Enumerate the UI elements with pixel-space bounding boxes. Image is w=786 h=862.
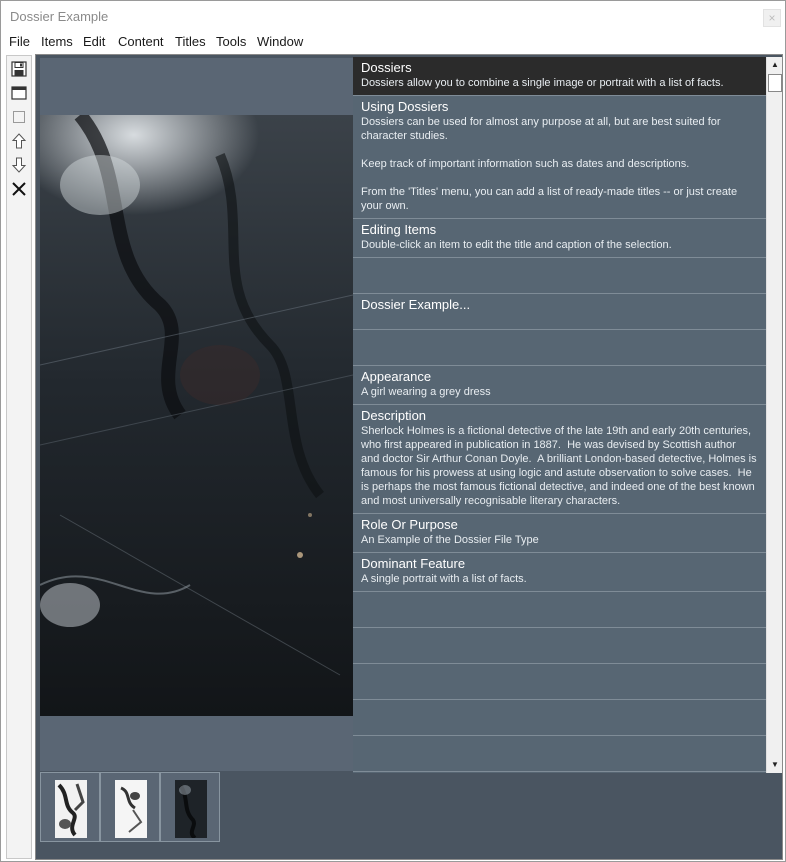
list-item-title: Role Or Purpose	[361, 517, 458, 532]
menu-content[interactable]: Content	[118, 34, 164, 49]
menu-window[interactable]: Window	[257, 34, 303, 49]
list-item[interactable]	[353, 258, 766, 294]
list-item-caption: Dossiers allow you to combine a single i…	[361, 77, 724, 89]
list-item-title: Using Dossiers	[361, 99, 449, 114]
delete-icon[interactable]	[10, 180, 28, 198]
list-item-caption: A girl wearing a grey dress	[361, 386, 491, 398]
save-icon[interactable]	[10, 60, 28, 78]
list-item[interactable]: Editing Items Double-click an item to edi…	[353, 219, 766, 258]
menu-titles[interactable]: Titles	[175, 34, 206, 49]
portrait-image[interactable]	[40, 115, 353, 716]
list-item[interactable]: Appearance A girl wearing a grey dress	[353, 366, 766, 405]
list-item-caption: An Example of the Dossier File Type	[361, 534, 539, 546]
facts-list: Dossiers Dossiers allow you to combine a …	[353, 57, 766, 773]
side-toolbar	[6, 55, 32, 859]
list-item-caption: Double-click an item to edit the title a…	[361, 239, 672, 251]
list-item[interactable]: Using Dossiers Dossiers can be used for a…	[353, 96, 766, 219]
menu-bar: File Items Edit Content Titles Tools Win…	[1, 32, 785, 52]
thumbnail-cell[interactable]	[40, 772, 100, 842]
thumbnail-cell[interactable]	[100, 772, 160, 842]
list-item[interactable]	[353, 592, 766, 628]
move-up-icon[interactable]	[10, 132, 28, 150]
close-button[interactable]: ×	[763, 9, 781, 27]
list-item-title: Dossier Example...	[361, 297, 471, 312]
list-scrollbar[interactable]: ▲ ▼	[766, 57, 782, 773]
list-item[interactable]: Dossiers Dossiers allow you to combine a …	[353, 57, 766, 96]
list-item-title: Dossiers	[361, 60, 412, 75]
app-window: Dossier Example × File Items Edit Conten…	[0, 0, 786, 862]
portrait-panel	[40, 58, 353, 771]
list-item[interactable]: Description Sherlock Holmes is a fictiona…	[353, 405, 766, 514]
title-bar: Dossier Example ×	[1, 1, 785, 32]
list-item[interactable]: Dominant Feature A single portrait with a…	[353, 553, 766, 592]
list-item[interactable]	[353, 330, 766, 366]
list-item-title: Description	[361, 408, 427, 423]
blank-item-icon[interactable]	[10, 108, 28, 126]
portrait-thumbnail-1[interactable]	[55, 780, 87, 838]
list-item[interactable]	[353, 628, 766, 664]
window-icon[interactable]	[10, 84, 28, 102]
list-item[interactable]	[353, 736, 766, 772]
thumbnail-cell[interactable]	[160, 772, 220, 842]
thumbnail-strip	[40, 772, 784, 842]
dossier-workspace: Dossiers Dossiers allow you to combine a …	[35, 54, 783, 860]
portrait-thumbnail-3[interactable]	[175, 780, 207, 838]
scroll-down-button[interactable]: ▼	[767, 757, 783, 773]
menu-file[interactable]: File	[9, 34, 30, 49]
list-item[interactable]: Role Or Purpose An Example of the Dossier…	[353, 514, 766, 553]
list-item-title: Editing Items	[361, 222, 437, 237]
scroll-thumb[interactable]	[768, 74, 782, 92]
list-item-title: Appearance	[361, 369, 432, 384]
window-title: Dossier Example	[10, 9, 109, 24]
move-down-icon[interactable]	[10, 156, 28, 174]
list-item-caption: A single portrait with a list of facts.	[361, 573, 527, 585]
menu-items[interactable]: Items	[41, 34, 73, 49]
portrait-thumbnail-2[interactable]	[115, 780, 147, 838]
scroll-up-button[interactable]: ▲	[767, 57, 783, 73]
menu-edit[interactable]: Edit	[83, 34, 105, 49]
list-item[interactable]: Dossier Example...	[353, 294, 766, 330]
list-item-caption: Dossiers can be used for almost any purp…	[361, 116, 738, 212]
menu-tools[interactable]: Tools	[216, 34, 246, 49]
list-item[interactable]	[353, 700, 766, 736]
list-item-title: Dominant Feature	[361, 556, 466, 571]
list-item[interactable]	[353, 664, 766, 700]
list-item-caption: Sherlock Holmes is a fictional detective…	[361, 425, 757, 507]
